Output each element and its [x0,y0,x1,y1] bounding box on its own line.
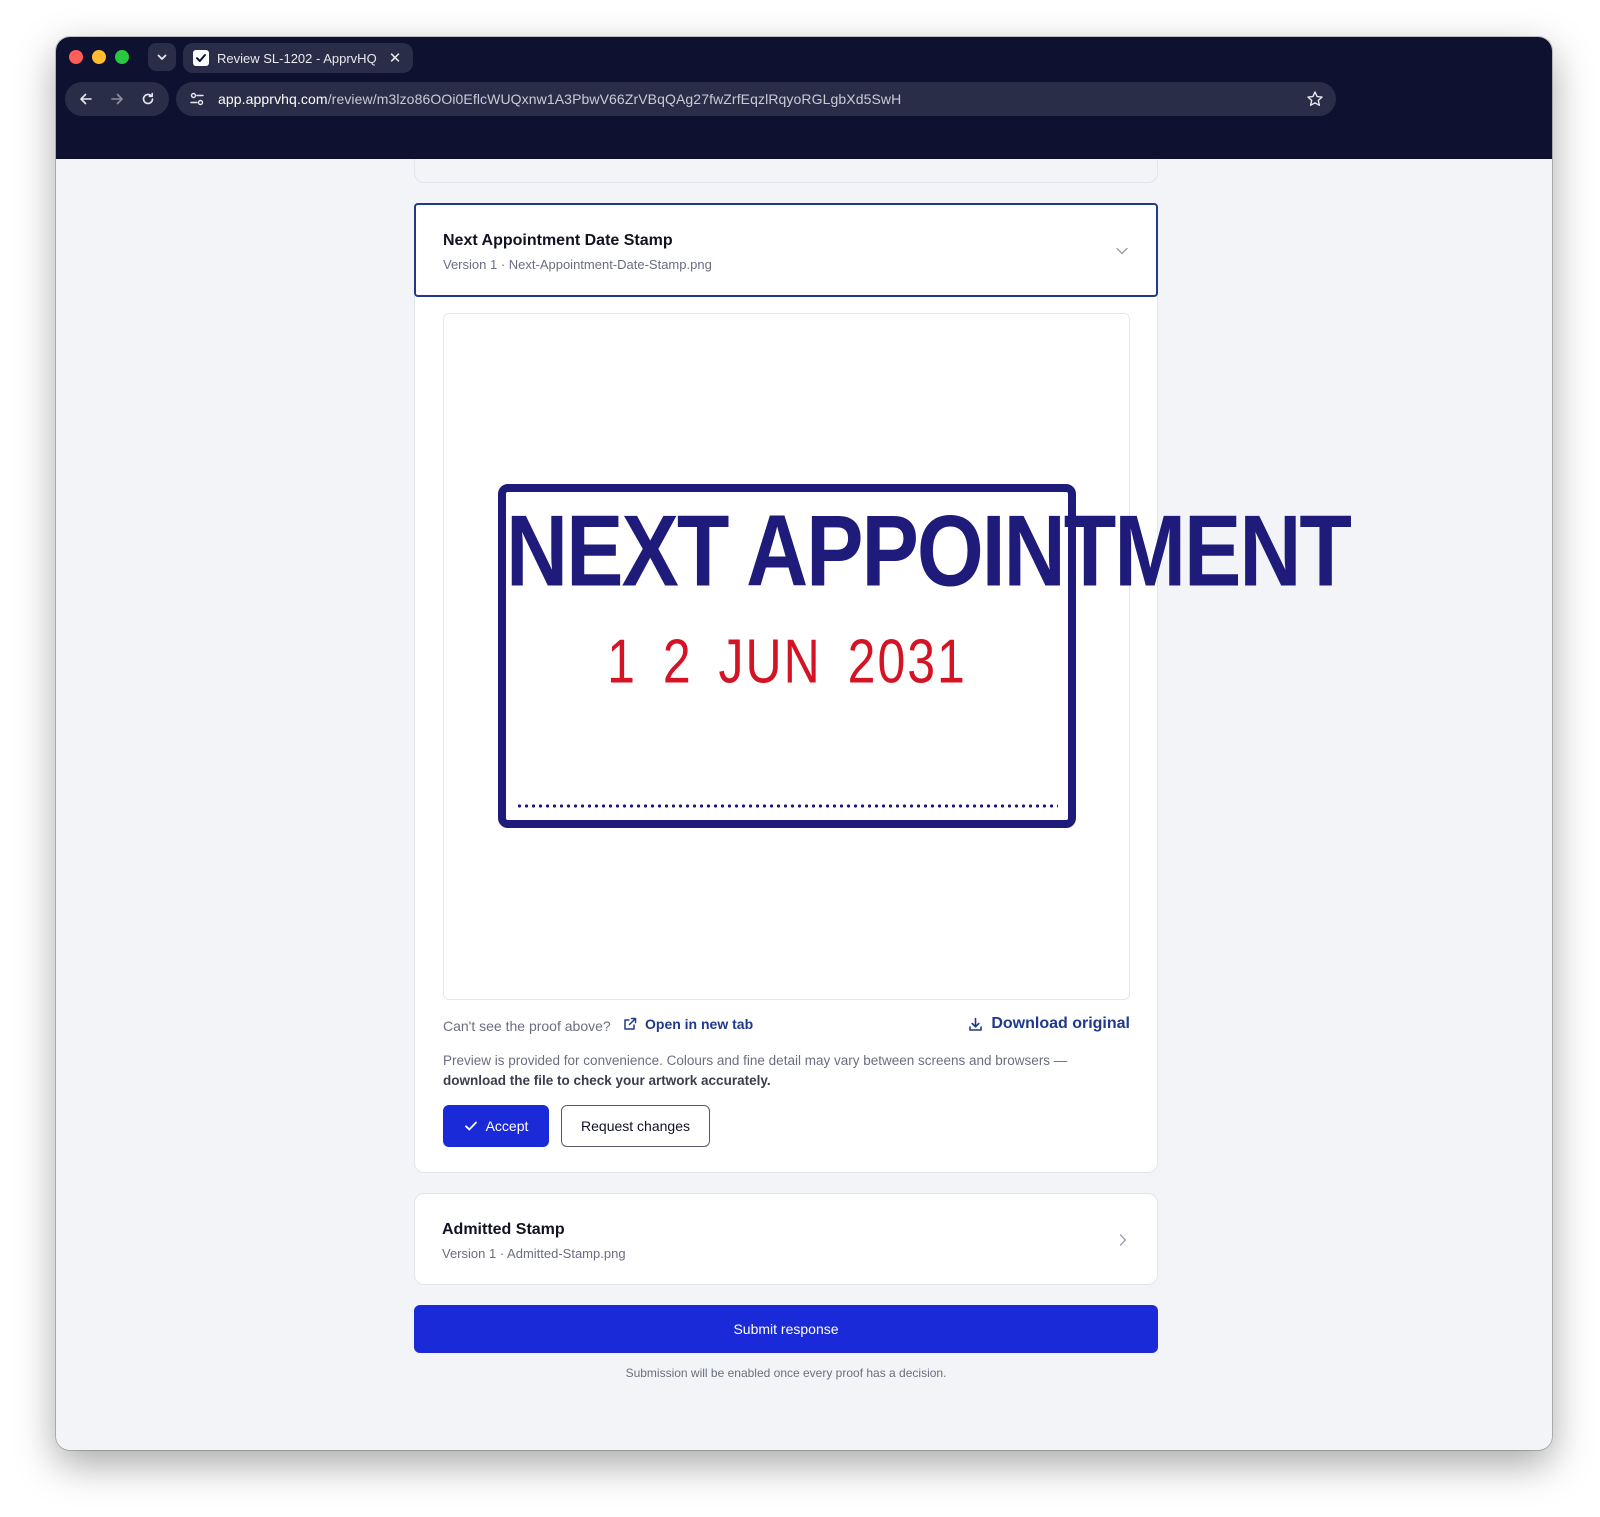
star-icon[interactable] [1306,90,1324,108]
stamp-headline: NEXT APPOINTMENT [506,494,1352,608]
url-host: app.apprvhq.com [218,91,328,107]
minimize-window-button[interactable] [92,50,106,64]
download-original-label: Download original [991,1015,1130,1032]
check-icon [464,1121,477,1131]
proof-subtitle: Version 1 · Admitted-Stamp.png [442,1246,626,1261]
url-path: /review/m3lzo86OOi0EflcWUQxnw1A3PbwV66Zr… [327,91,902,107]
forward-button[interactable] [105,87,129,111]
arrow-left-icon [80,93,93,105]
open-in-new-tab-label: Open in new tab [645,1016,754,1032]
stamp-dotted-line [516,804,1058,808]
proof-subtitle: Version 1 · Next-Appointment-Date-Stamp.… [443,257,712,272]
maximize-window-button[interactable] [115,50,129,64]
proof-card-next-appointment: Next Appointment Date Stamp Version 1 · … [414,203,1352,1173]
url-text: app.apprvhq.com/review/m3lzo86OOi0EflcWU… [218,91,1294,107]
accept-label: Accept [485,1118,529,1134]
page-content: Next Appointment Date Stamp Version 1 · … [56,159,1552,1450]
chevron-right-icon [1119,1234,1127,1246]
stamp-date: 1 2 JUN 2031 [607,626,967,697]
preview-help-row: Can't see the proof above? Open in new t… [443,1014,1130,1038]
close-icon[interactable]: ✕ [387,49,403,67]
download-original-link[interactable]: Download original [968,1015,1130,1033]
back-button[interactable] [74,87,98,111]
external-link-icon [624,1017,637,1030]
submit-hint: Submission will be enabled once every pr… [625,1366,947,1380]
proof-card-header[interactable]: Next Appointment Date Stamp Version 1 · … [414,203,1158,297]
disclaimer-emphasis: download the file to check your artwork … [443,1073,771,1088]
tab-title: Review SL-1202 - ApprvHQ [217,50,377,66]
submit-response-button[interactable]: Submit response [414,1305,1158,1353]
tune-icon[interactable] [188,90,206,108]
navigation-buttons [65,82,169,116]
previous-proof-card[interactable] [414,159,1158,183]
proof-title: Next Appointment Date Stamp [443,232,673,249]
disclaimer-text: Preview is provided for convenience. Col… [443,1053,1068,1068]
browser-chrome: Review SL-1202 - ApprvHQ ✕ app.apprvhq.c… [56,37,1552,159]
checkbox-icon [193,50,209,66]
proof-card-admitted[interactable]: Admitted Stamp Version 1 · Admitted-Stam… [414,1193,1158,1285]
reload-button[interactable] [136,87,160,111]
help-question: Can't see the proof above? [443,1018,611,1034]
arrow-right-icon [111,93,123,105]
preview-disclaimer: Preview is provided for convenience. Col… [443,1051,1130,1091]
accept-button[interactable]: Accept [443,1105,549,1147]
browser-window: Review SL-1202 - ApprvHQ ✕ app.apprvhq.c… [56,37,1552,1450]
download-icon [969,1017,983,1031]
reload-icon [142,92,153,105]
open-in-new-tab-link[interactable]: Open in new tab [623,1016,753,1032]
address-bar[interactable]: app.apprvhq.com/review/m3lzo86OOi0EflcWU… [176,82,1336,116]
chevron-down-icon [1116,247,1128,255]
browser-tab[interactable]: Review SL-1202 - ApprvHQ ✕ [183,43,413,73]
tab-search-button[interactable] [148,43,176,71]
proof-title: Admitted Stamp [442,1221,565,1238]
chevron-down-icon [157,54,167,60]
close-window-button[interactable] [69,50,83,64]
proof-preview: NEXT APPOINTMENT 1 2 JUN 2031 [443,313,1352,1000]
request-changes-button[interactable]: Request changes [561,1105,710,1147]
stamp-artwork: NEXT APPOINTMENT 1 2 JUN 2031 [498,484,1352,828]
